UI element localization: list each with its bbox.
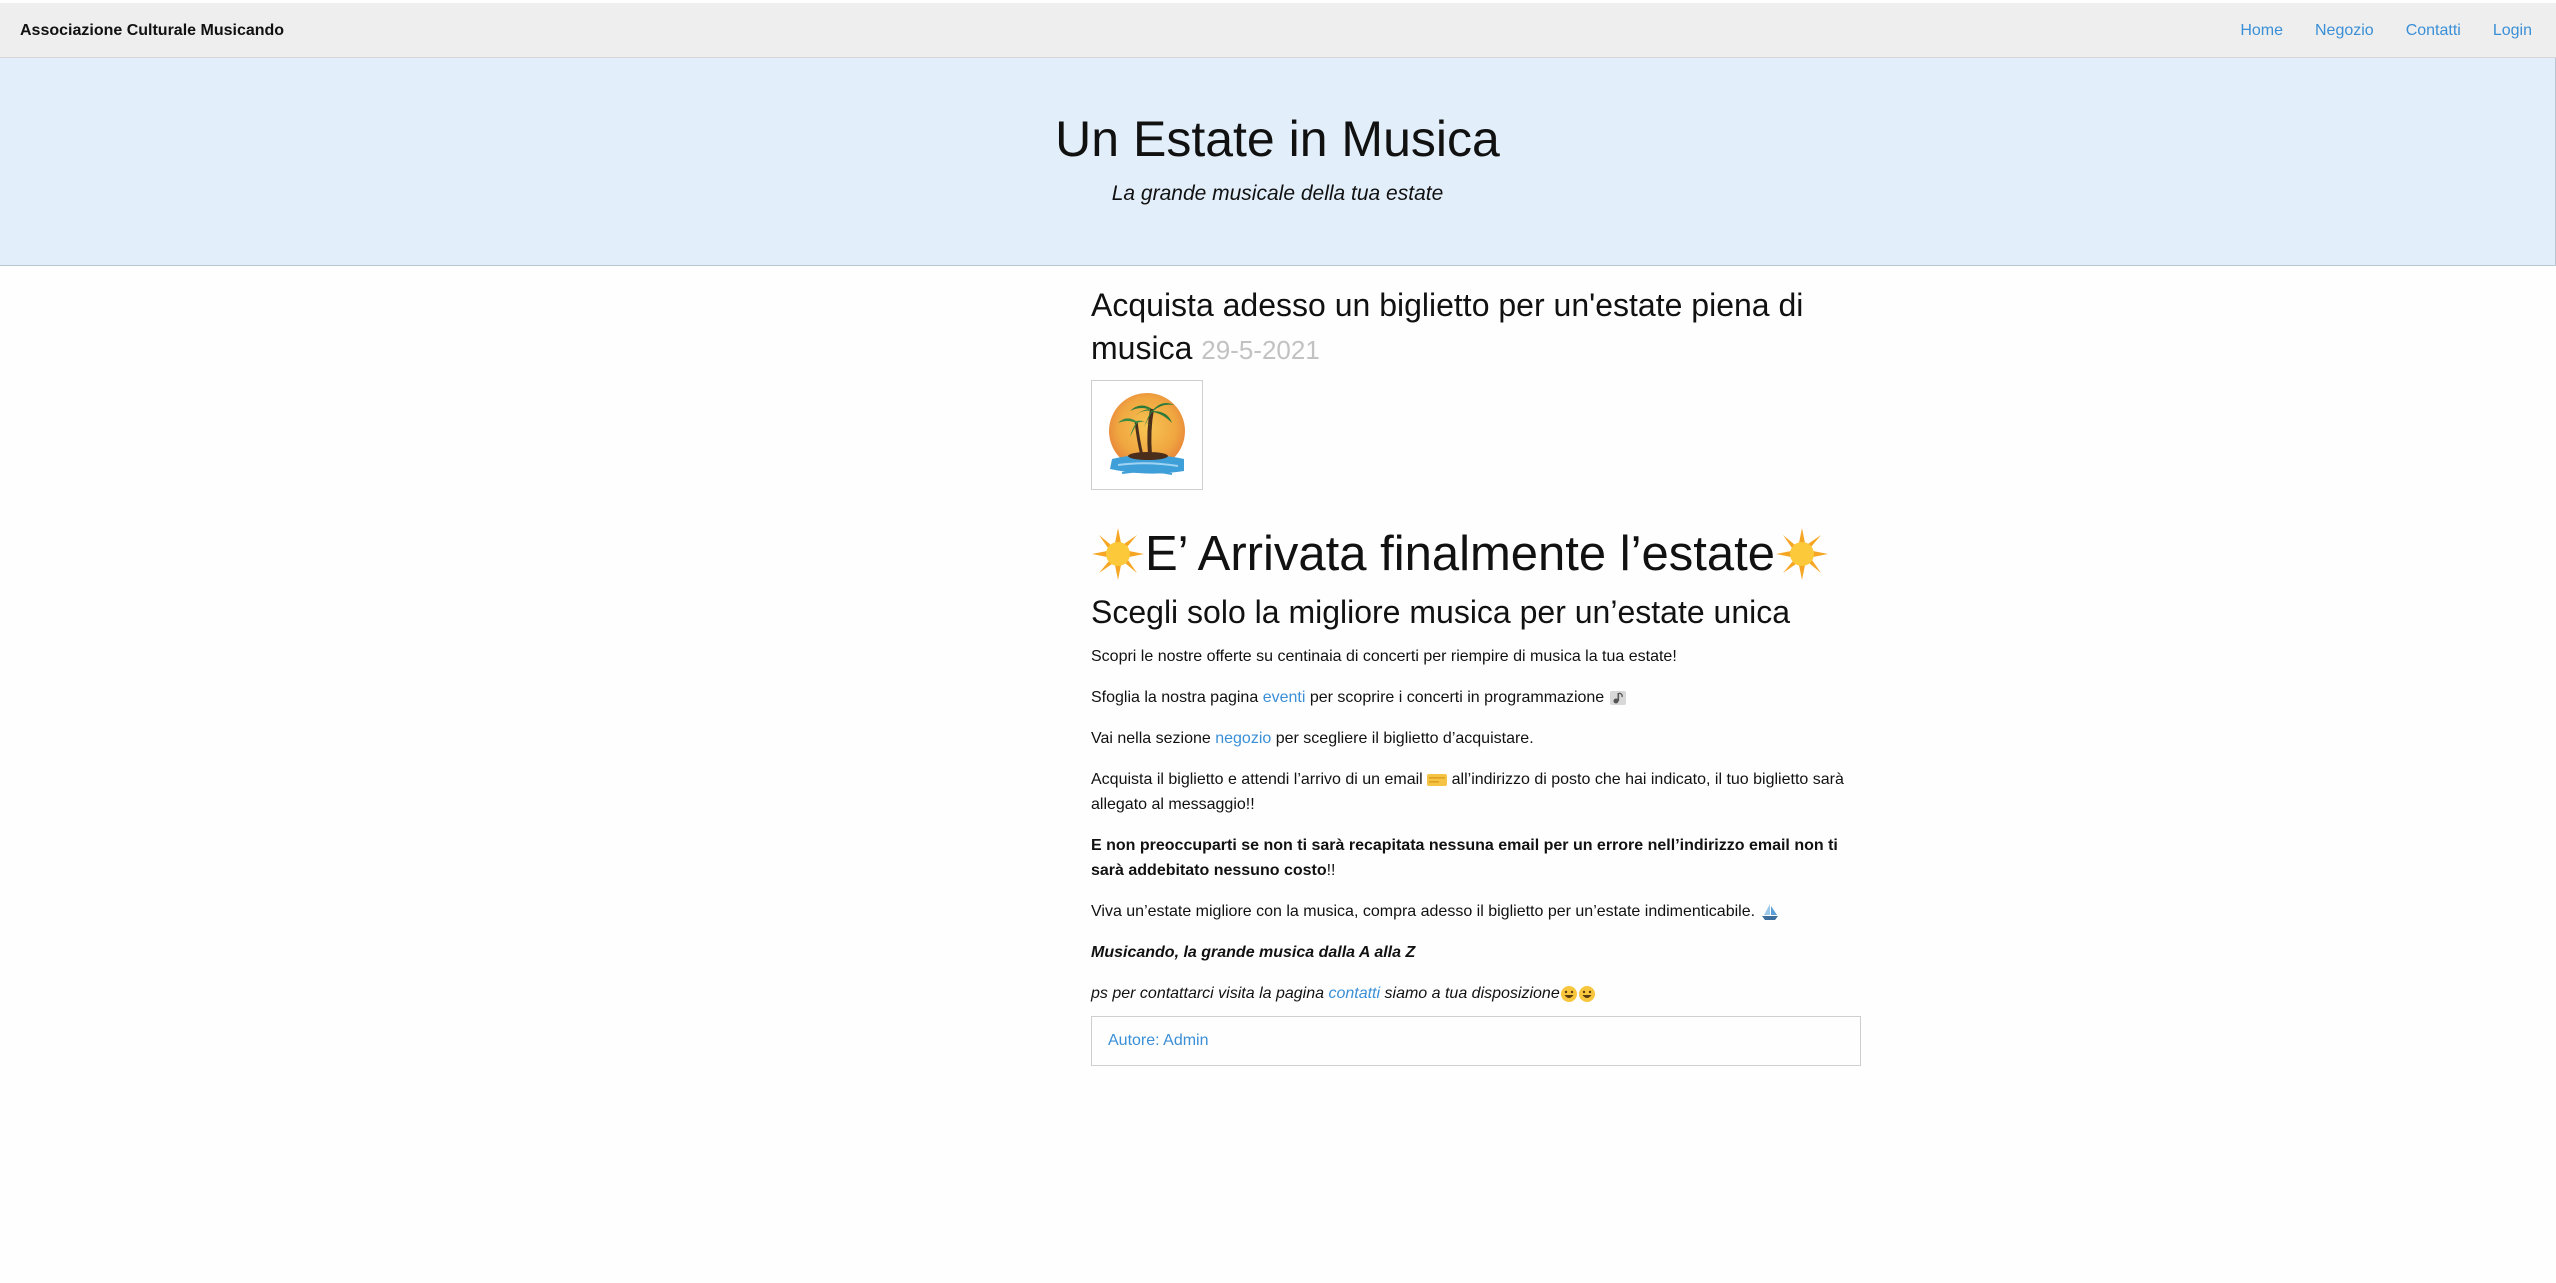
bold-warning: E non preoccuparti se non ti sarà recapi… [1091,837,1838,879]
text-segment: ps per contattarci visita la pagina [1091,985,1325,1002]
nav-link-home[interactable]: Home [2224,3,2299,58]
text-segment: Viva un’estate migliore con la musica, c… [1091,903,1756,920]
link-contatti[interactable]: contatti [1328,985,1380,1002]
paragraph-offerte: Scopri le nostre offerte su centinaia di… [1091,648,1677,665]
nav-link-negozio[interactable]: Negozio [2299,3,2390,58]
paragraph-eventi: Sfoglia la nostra pagina eventi per scop… [1091,685,1861,710]
nav-links: Home Negozio Contatti Login [2224,3,2556,58]
hero-subtitle: La grande musicale della tua estate [1111,182,1444,205]
post-title: Acquista adesso un biglietto per un'esta… [1091,284,1861,372]
ticket-icon [1427,773,1448,786]
paragraph-negozio: Vai nella sezione negozio per scegliere … [1091,726,1861,751]
post-headline-text: E’ Arrivata finalmente l’estate [1145,527,1776,581]
text-segment: Sfoglia la nostra pagina [1091,689,1259,706]
author-box: Autore: Admin [1091,1016,1861,1066]
brand-link[interactable]: Associazione Culturale Musicando [20,3,284,58]
nav-link-contatti[interactable]: Contatti [2390,3,2477,58]
music-note-icon [1609,690,1626,705]
post-article: Acquista adesso un biglietto per un'esta… [1091,284,1861,1066]
text-segment: Acquista il biglietto e attendi l’arrivo… [1091,771,1423,788]
post-headline: E’ Arrivata finalmente l’estate [1091,524,1861,584]
hero-title: Un Estate in Musica [1055,111,1500,167]
post-title-text: Acquista adesso un biglietto per un'esta… [1091,287,1804,366]
text-segment: per scegliere il biglietto d’acquistare. [1275,730,1534,747]
sailboat-icon [1761,903,1778,920]
text-segment: per scoprire i concerti in programmazion… [1309,689,1605,706]
post-date: 29-5-2021 [1201,335,1320,365]
top-navbar: Associazione Culturale Musicando Home Ne… [0,3,2556,58]
paragraph-slogan: Musicando, la grande musica dalla A alla… [1091,944,1416,961]
hero-banner: Un Estate in Musica La grande musicale d… [0,58,2556,266]
paragraph-viva: Viva un’estate migliore con la musica, c… [1091,899,1861,924]
sun-icon [1092,528,1144,580]
author-link[interactable]: Autore: Admin [1108,1032,1209,1049]
text-segment: Vai nella sezione [1091,730,1211,747]
palm-island-sunset-icon [1109,393,1185,475]
paragraph-email: Acquista il biglietto e attendi l’arrivo… [1091,767,1861,817]
text-segment: siamo a tua disposizione [1384,985,1560,1002]
paragraph-contatti: ps per contattarci visita la pagina cont… [1091,981,1861,1006]
post-subheadline: Scegli solo la migliore musica per un’es… [1091,594,1791,630]
link-negozio[interactable]: negozio [1215,730,1271,747]
nav-link-login[interactable]: Login [2477,3,2556,58]
grinning-face-icon [1560,985,1595,1002]
text-segment: !! [1326,862,1336,879]
post-image [1091,380,1203,490]
sun-icon [1776,528,1829,580]
link-eventi[interactable]: eventi [1263,689,1306,706]
paragraph-warning: E non preoccuparti se non ti sarà recapi… [1091,833,1861,883]
